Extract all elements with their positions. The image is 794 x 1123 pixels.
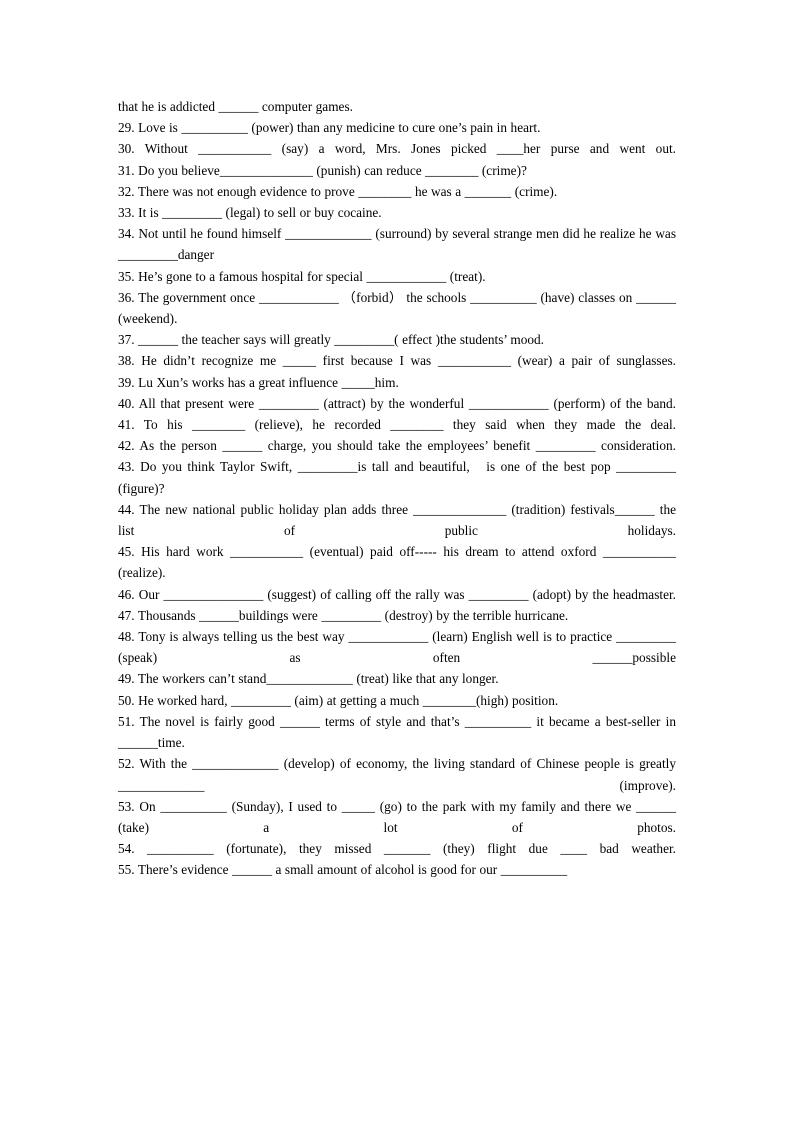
exercise-item-54: 54. __________ (fortunate), they missed …: [118, 841, 676, 857]
exercise-item-48: 48. Tony is always telling us the best w…: [118, 629, 680, 666]
exercise-item-43: 43. Do you think Taylor Swift, _________…: [118, 459, 680, 496]
exercise-item-49: 49. The workers can’t stand_____________…: [118, 671, 499, 687]
exercise-item-32: 32. There was not enough evidence to pro…: [118, 183, 558, 199]
exercise-item-41: 41. To his ________ (relieve), he record…: [118, 417, 676, 433]
exercise-item-53: 53. On __________ (Sunday), I used to __…: [118, 798, 680, 835]
exercise-item-36: 36. The government once ____________ （fo…: [118, 289, 680, 327]
worksheet-body: that he is addicted ______ computer game…: [118, 96, 676, 881]
exercise-item-30: 30. Without ___________ (say) a word, Mr…: [118, 141, 676, 157]
exercise-item-31: 31. Do you believe______________ (punish…: [118, 162, 527, 178]
exercise-item-38: 38. He didn’t recognize me _____ first b…: [118, 353, 676, 369]
exercise-line-28-continued: that he is addicted ______ computer game…: [118, 99, 353, 114]
exercise-item-37: 37. ______ the teacher says will greatly…: [118, 332, 544, 348]
exercise-item-47: 47. Thousands ______buildings were _____…: [118, 607, 569, 623]
exercise-item-29: 29. Love is __________ (power) than any …: [118, 120, 541, 136]
exercise-item-52: 52. With the _____________ (develop) of …: [118, 756, 680, 793]
exercise-item-46: 46. Our _______________ (suggest) of cal…: [118, 586, 676, 602]
exercise-item-34: 34. Not until he found himself _________…: [118, 226, 680, 263]
exercise-item-39: 39. Lu Xun’s works has a great influence…: [118, 374, 399, 390]
exercise-item-40: 40. All that present were _________ (att…: [118, 395, 676, 411]
document-page: that he is addicted ______ computer game…: [0, 0, 794, 1123]
exercise-item-33: 33. It is _________ (legal) to sell or b…: [118, 205, 382, 221]
exercise-item-44: 44. The new national public holiday plan…: [118, 501, 680, 539]
exercise-item-42: 42. As the person ______ charge, you sho…: [118, 438, 676, 454]
exercise-item-51: 51. The novel is fairly good ______ term…: [118, 713, 680, 751]
exercise-item-35: 35. He’s gone to a famous hospital for s…: [118, 268, 486, 284]
exercise-item-55: 55. There’s evidence ______ a small amou…: [118, 862, 568, 878]
exercise-item-45: 45. His hard work ___________ (eventual)…: [118, 544, 680, 581]
exercise-item-50: 50. He worked hard, _________ (aim) at g…: [118, 692, 559, 708]
